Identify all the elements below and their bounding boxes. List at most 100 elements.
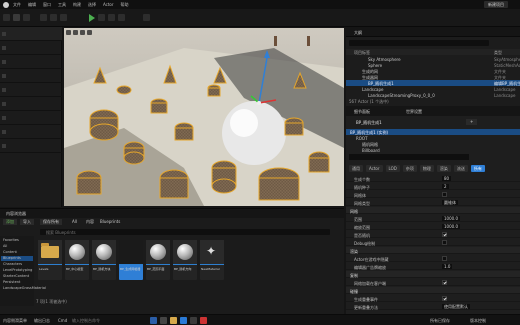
menu-edit[interactable]: 编辑 — [28, 2, 36, 8]
actor-name[interactable]: BP_随机生成1 — [356, 120, 382, 126]
property-value-field[interactable]: 1.0 — [442, 264, 453, 269]
property-value-field[interactable]: 1000.0 — [442, 216, 460, 221]
console-input[interactable]: 输入控制台命令 — [72, 317, 100, 324]
save-all-button[interactable]: 保存所有 — [40, 219, 62, 225]
taskbar-recorder-icon[interactable] — [200, 317, 207, 324]
level-viewport[interactable] — [64, 28, 344, 206]
content-icon[interactable] — [23, 14, 30, 21]
add-button[interactable]: 添加 — [3, 219, 17, 225]
category-tab[interactable]: Actor — [366, 165, 383, 172]
property-value-field[interactable]: 80 — [442, 176, 452, 181]
folder-item[interactable]: LandscapeGrassMaterial — [1, 286, 46, 291]
menu-file[interactable]: 文件 — [13, 2, 21, 8]
skip-icon[interactable] — [98, 14, 105, 21]
asset-tile[interactable]: ✦ NewMaterial — [200, 240, 224, 280]
left-row[interactable] — [0, 83, 62, 97]
property-row[interactable]: 更新重叠方法 使用配置默认 — [346, 303, 520, 310]
property-row[interactable]: 随机种子 2 — [346, 183, 520, 190]
category-tab[interactable]: 通用 — [349, 165, 363, 172]
property-checkbox[interactable] — [442, 192, 447, 197]
menu-actor[interactable]: Actor — [103, 2, 114, 7]
asset-tile[interactable]: BP_范围平面 — [146, 240, 170, 280]
menu-select[interactable]: 选择 — [88, 2, 96, 8]
play-icon[interactable] — [89, 14, 95, 22]
property-row[interactable]: 生成个数 80 — [346, 175, 520, 182]
left-row[interactable] — [0, 97, 62, 111]
category-tab[interactable]: 杂项 — [402, 165, 417, 172]
category-tab[interactable]: LOD — [385, 165, 400, 172]
outliner-row[interactable]: LandscapeStreamingProxy_0_0_0 Landscape — [346, 92, 520, 98]
category-tab[interactable]: 物理 — [419, 165, 434, 172]
platforms-icon[interactable] — [118, 14, 125, 21]
mode-select-icon[interactable] — [13, 14, 20, 21]
asset-tile-selected[interactable]: BP_生成网格器 — [119, 240, 143, 280]
property-category[interactable]: 渲染 — [346, 247, 520, 254]
left-row[interactable] — [0, 125, 62, 139]
breadcrumb-content[interactable]: 内容 — [86, 219, 94, 225]
component-row[interactable]: Billboard — [346, 147, 520, 153]
cinematics-icon[interactable] — [60, 14, 67, 21]
outliner-search-input[interactable] — [349, 40, 489, 46]
left-row[interactable] — [0, 55, 62, 69]
property-value-field[interactable]: 使用配置默认 — [442, 304, 470, 309]
property-row[interactable]: 生成重叠事件 — [346, 295, 520, 302]
property-value-field[interactable]: 1000.0 — [442, 224, 460, 229]
taskbar-windows-icon[interactable] — [150, 317, 157, 324]
property-row[interactable]: Actor在游戏中隐藏 — [346, 255, 520, 262]
folder-item[interactable]: Persistent — [1, 280, 33, 285]
breadcrumb-blueprints[interactable]: Blueprints — [100, 219, 120, 224]
blueprint-icon[interactable] — [50, 14, 57, 21]
show-icon[interactable] — [87, 29, 92, 35]
folder-item[interactable]: Content — [1, 250, 33, 255]
perspective-icon[interactable] — [73, 29, 78, 35]
property-row[interactable]: 是否随机 — [346, 231, 520, 238]
output-log-button[interactable]: 输出日志 — [34, 317, 50, 324]
property-row[interactable]: 网格体 — [346, 191, 520, 198]
property-row[interactable]: 缩放范围 1000.0 — [346, 223, 520, 230]
add-component-button[interactable]: + — [466, 119, 478, 125]
asset-tile[interactable]: BP_随机方块 — [92, 240, 116, 280]
left-row[interactable] — [0, 41, 62, 55]
content-drawer-button[interactable]: 内容侧滑菜单 — [3, 317, 27, 324]
folder-item[interactable]: All — [1, 244, 33, 249]
left-row[interactable] — [0, 139, 62, 153]
tab-world-settings[interactable]: 世界设置 — [406, 109, 422, 115]
property-category[interactable]: 网格 — [346, 207, 520, 214]
left-row[interactable] — [0, 27, 62, 41]
property-row[interactable]: 网格类型 圆锥体 — [346, 199, 520, 206]
breadcrumb-all[interactable]: All — [72, 219, 77, 224]
folder-item-selected[interactable]: Blueprints — [1, 256, 33, 261]
asset-tile[interactable]: BP_随机方向 — [173, 240, 197, 280]
save-icon[interactable] — [3, 14, 10, 21]
save-status[interactable]: 所有已保存 — [430, 317, 450, 324]
property-row[interactable]: Debug绘制 — [346, 239, 520, 246]
property-value-field[interactable]: 2 — [442, 184, 449, 189]
source-control-button[interactable]: 版本控制 — [470, 317, 486, 324]
property-category[interactable]: 复制 — [346, 271, 520, 278]
folder-item[interactable]: StarterContent — [1, 274, 33, 279]
property-checkbox[interactable] — [442, 296, 447, 301]
taskbar-unreal-icon[interactable] — [190, 317, 197, 324]
property-row[interactable]: 网络加载在客户端 — [346, 279, 520, 286]
add-actor-icon[interactable] — [40, 14, 47, 21]
folder-item[interactable]: LevelPrototyping — [1, 268, 33, 273]
stop-icon[interactable] — [108, 14, 115, 21]
tab-details[interactable]: 细节面板 — [354, 109, 370, 115]
menu-build[interactable]: 构建 — [73, 2, 81, 8]
menu-window[interactable]: 窗口 — [43, 2, 51, 8]
category-tab[interactable]: 流送 — [453, 165, 468, 172]
property-category[interactable]: 碰撞 — [346, 287, 520, 294]
property-checkbox[interactable] — [442, 240, 447, 245]
unreal-logo-icon[interactable] — [3, 1, 9, 8]
taskbar-search-icon[interactable] — [160, 317, 167, 324]
asset-tile[interactable]: Levels — [38, 240, 62, 280]
details-search-input[interactable] — [349, 154, 469, 160]
category-tab-active[interactable]: 所有 — [470, 165, 485, 172]
lit-icon[interactable] — [80, 29, 85, 35]
taskbar-explorer-icon[interactable] — [170, 317, 177, 324]
left-row[interactable] — [0, 69, 62, 83]
category-tab[interactable]: 渲染 — [436, 165, 451, 172]
property-checkbox[interactable] — [442, 232, 447, 237]
import-button[interactable]: 导入 — [20, 219, 34, 225]
asset-tile[interactable]: BP_中心模型 — [65, 240, 89, 280]
